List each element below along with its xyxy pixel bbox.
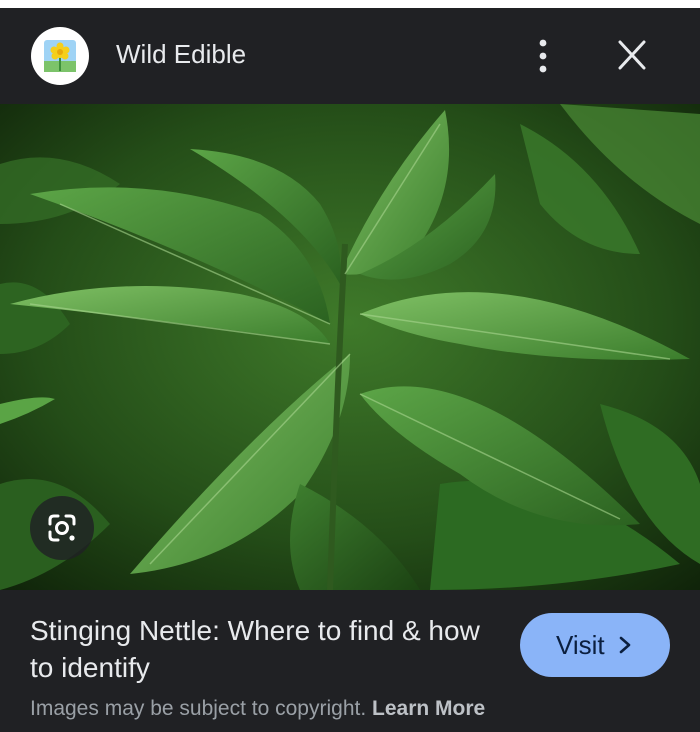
- result-caption: Stinging Nettle: Where to find & how to …: [0, 590, 700, 732]
- site-logo[interactable]: [31, 27, 89, 85]
- more-vert-icon[interactable]: [527, 38, 559, 74]
- google-lens-button[interactable]: [30, 496, 94, 560]
- nettle-plant-illustration: [0, 104, 700, 590]
- chevron-right-icon: [619, 636, 631, 654]
- learn-more-link[interactable]: Learn More: [372, 697, 485, 720]
- visit-button[interactable]: Visit: [520, 613, 670, 677]
- dandelion-flower-icon: [44, 40, 76, 72]
- status-strip: [0, 0, 700, 8]
- google-lens-icon: [48, 514, 76, 542]
- copyright-notice: Images may be subject to copyright. Lear…: [30, 697, 485, 721]
- nettle-photo[interactable]: [0, 104, 700, 590]
- visit-label: Visit: [556, 630, 605, 660]
- viewer-header: Wild Edible: [0, 8, 700, 104]
- close-icon[interactable]: [612, 38, 652, 74]
- site-name[interactable]: Wild Edible: [116, 39, 246, 70]
- result-title[interactable]: Stinging Nettle: Where to find & how to …: [30, 612, 490, 686]
- copyright-text: Images may be subject to copyright.: [30, 697, 367, 720]
